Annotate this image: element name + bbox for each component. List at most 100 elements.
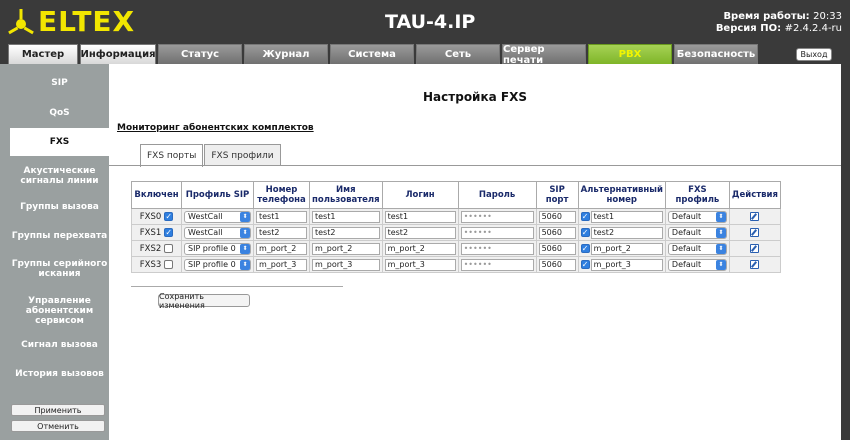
login-input[interactable]: m_port_2 — [384, 242, 456, 255]
sip-port-input[interactable]: 5060 — [538, 210, 576, 223]
sip-profile-select[interactable]: SIP profile 0 ⬍ — [184, 242, 251, 255]
version-value: #2.4.2.4-ru — [784, 23, 842, 34]
fxs-profile-select[interactable]: Default ⬍ — [667, 226, 727, 239]
phone-input[interactable]: m_port_3 — [256, 258, 307, 271]
port-cell: FXS0 ✓ — [131, 208, 182, 225]
alt-number-input[interactable]: m_port_3 — [590, 258, 663, 271]
table-row: FXS0 ✓ WestCall ⬍ test1 test1 test1 •••••• 5060 ✓… — [131, 208, 781, 225]
table-row: FXS3 SIP profile 0 ⬍ m_port_3 m_port_3 m_port… — [131, 256, 781, 273]
sip-profile-select[interactable]: SIP profile 0 ⬍ — [184, 258, 251, 271]
fxs-profile-select[interactable]: Default ⬍ — [667, 258, 727, 271]
sip-port-input[interactable]: 5060 — [538, 242, 576, 255]
tab-status[interactable]: Статус — [158, 44, 242, 64]
sidebar-item-line-signals[interactable]: Акустические сигналы линии — [10, 164, 109, 188]
phone-input[interactable]: test1 — [256, 210, 307, 223]
fxs-profile-value: Default — [671, 243, 702, 253]
tab-pbx[interactable]: PBX — [588, 44, 672, 64]
info-block: Время работы: 20:33 Версия ПО: #2.4.2.4-… — [716, 11, 842, 35]
alt-number-checkbox[interactable]: ✓ — [580, 212, 590, 221]
username-input[interactable]: m_port_2 — [312, 242, 380, 255]
select-arrows-icon: ⬍ — [240, 227, 250, 238]
fxs-profile-select[interactable]: Default ⬍ — [667, 210, 727, 223]
edit-icon[interactable] — [750, 228, 760, 237]
uptime-label: Время работы: — [723, 11, 810, 22]
tab-network[interactable]: Сеть — [416, 44, 500, 64]
phone-input[interactable]: m_port_2 — [256, 242, 307, 255]
sip-profile-select[interactable]: WestCall ⬍ — [184, 210, 251, 223]
phone-input[interactable]: test2 — [256, 226, 307, 239]
sidebar-item-ring-signal[interactable]: Сигнал вызова — [10, 338, 109, 352]
login-input[interactable]: m_port_3 — [384, 258, 456, 271]
fxs-ports-table: Включен Профиль SIP Номер телефона Имя п… — [131, 181, 781, 273]
fxs-profile-select[interactable]: Default ⬍ — [667, 242, 727, 255]
form-divider — [131, 286, 343, 287]
username-input[interactable]: test2 — [312, 226, 380, 239]
username-input[interactable]: test1 — [312, 210, 380, 223]
tab-system[interactable]: Система — [330, 44, 414, 64]
port-name: FXS1 — [139, 227, 162, 238]
port-name: FXS2 — [139, 243, 162, 254]
tab-info[interactable]: Информация — [80, 44, 156, 64]
enabled-checkbox[interactable] — [164, 244, 174, 253]
apply-button[interactable]: Применить — [11, 404, 105, 416]
subtab-fxs-profiles[interactable]: FXS профили — [204, 144, 281, 166]
select-arrows-icon: ⬍ — [715, 211, 726, 222]
sidebar-item-subscriber-service[interactable]: Управление абонентским сервисом — [10, 294, 109, 328]
sidebar-item-call-groups[interactable]: Группы вызова — [10, 200, 109, 214]
col-sip-profile: Профиль SIP — [181, 181, 254, 209]
edit-icon[interactable] — [750, 244, 760, 253]
table-row: FXS2 SIP profile 0 ⬍ m_port_2 m_port_2 m_port… — [131, 240, 781, 257]
col-login: Логин — [381, 181, 459, 209]
sidebar-item-qos[interactable]: QoS — [10, 106, 109, 120]
col-password: Пароль — [457, 181, 537, 209]
main-panel: Настройка FXS Мониторинг абонентских ком… — [109, 64, 841, 440]
login-input[interactable]: test1 — [384, 210, 456, 223]
main-tabs: Мастер Информация Статус Журнал Система … — [8, 44, 768, 66]
enabled-checkbox[interactable] — [164, 260, 174, 269]
alt-number-checkbox[interactable]: ✓ — [580, 260, 590, 269]
section-title: Мониторинг абонентских комплектов — [117, 123, 314, 133]
tab-journal[interactable]: Журнал — [244, 44, 328, 64]
tab-security[interactable]: Безопасность — [674, 44, 758, 64]
edit-icon[interactable] — [750, 212, 760, 221]
alt-number-input[interactable]: m_port_2 — [590, 242, 663, 255]
uptime-value: 20:33 — [813, 11, 842, 22]
alt-number-checkbox[interactable]: ✓ — [580, 244, 590, 253]
login-input[interactable]: test2 — [384, 226, 456, 239]
logout-button[interactable]: Выход — [796, 48, 832, 61]
username-input[interactable]: m_port_3 — [312, 258, 380, 271]
enabled-checkbox[interactable]: ✓ — [164, 228, 174, 237]
sidebar-item-pickup-groups[interactable]: Группы перехвата — [10, 229, 109, 243]
edit-icon[interactable] — [750, 260, 760, 269]
cancel-button[interactable]: Отменить — [11, 420, 105, 432]
sip-port-input[interactable]: 5060 — [538, 258, 576, 271]
password-input[interactable]: •••••• — [460, 258, 534, 271]
sidebar-item-fxs[interactable]: FXS — [10, 128, 109, 156]
sidebar-item-call-history[interactable]: История вызовов — [10, 367, 109, 381]
alt-number-input[interactable]: test2 — [590, 226, 663, 239]
col-alt-number: Альтернативный номер — [577, 181, 666, 209]
fxs-profile-value: Default — [671, 211, 702, 221]
col-actions: Действия — [728, 181, 781, 209]
sip-profile-select[interactable]: WestCall ⬍ — [184, 226, 251, 239]
col-fxs-profile: FXS профиль — [664, 181, 730, 209]
select-arrows-icon: ⬍ — [715, 259, 726, 270]
subtab-divider — [109, 165, 841, 166]
alt-number-checkbox[interactable]: ✓ — [580, 228, 590, 237]
password-input[interactable]: •••••• — [460, 210, 534, 223]
tab-print-server[interactable]: Сервер печати — [502, 44, 586, 66]
save-changes-button[interactable]: Сохранить изменения — [158, 292, 250, 310]
subtab-fxs-ports[interactable]: FXS порты — [140, 144, 204, 167]
tab-master[interactable]: Мастер — [8, 44, 78, 64]
sidebar-item-hunt-groups[interactable]: Группы серийного искания — [10, 257, 109, 281]
password-input[interactable]: •••••• — [460, 226, 534, 239]
password-input[interactable]: •••••• — [460, 242, 534, 255]
port-name: FXS0 — [139, 211, 162, 222]
alt-number-input[interactable]: test1 — [590, 210, 663, 223]
sip-port-input[interactable]: 5060 — [538, 226, 576, 239]
enabled-checkbox[interactable]: ✓ — [164, 212, 174, 221]
fxs-profile-value: Default — [671, 227, 702, 237]
sip-profile-value: SIP profile 0 — [188, 259, 236, 269]
select-arrows-icon: ⬍ — [240, 243, 250, 254]
sidebar-item-sip[interactable]: SIP — [10, 76, 109, 90]
